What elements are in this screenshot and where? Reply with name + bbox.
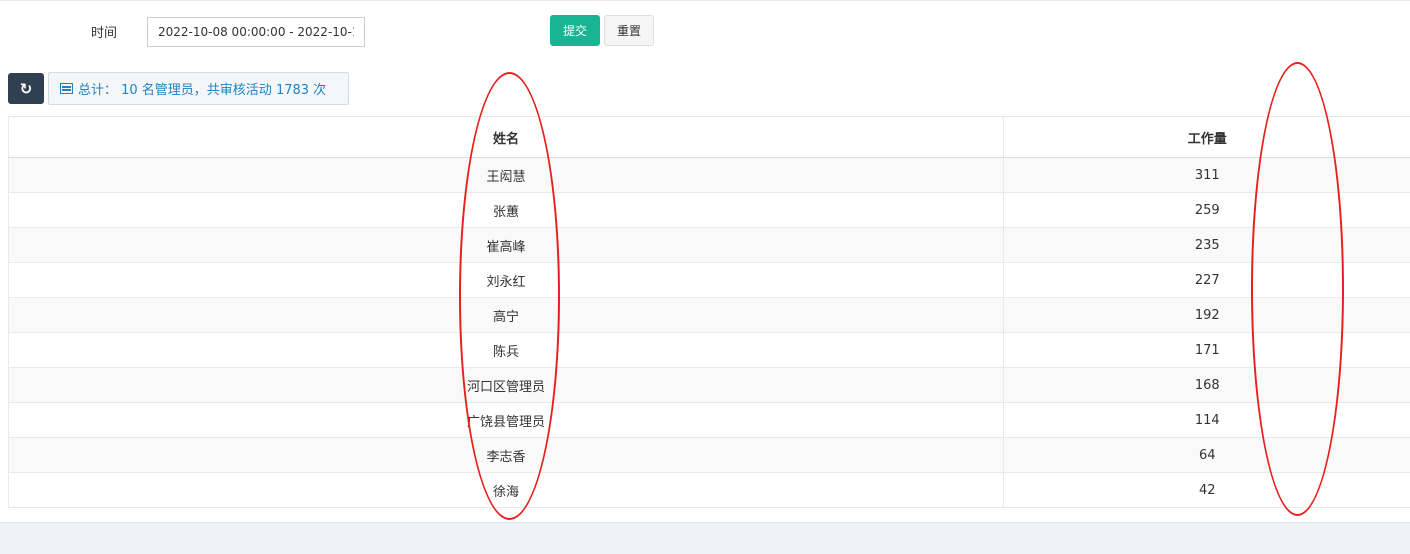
table-row: 陈兵171 [9, 333, 1410, 368]
footer-band [0, 522, 1410, 554]
refresh-icon: ↻ [20, 80, 33, 98]
date-range-input[interactable] [147, 17, 365, 47]
cell-name: 李志香 [9, 438, 1004, 473]
reset-button[interactable]: 重置 [604, 15, 654, 46]
refresh-button[interactable]: ↻ [8, 73, 44, 104]
workload-table: 姓名 工作量 王闳慧311 张蕙259 崔高峰235 刘永红227 高宁192 … [8, 116, 1410, 508]
cell-name: 广饶县管理员 [9, 403, 1004, 438]
table-row: 河口区管理员168 [9, 368, 1410, 403]
top-border [0, 0, 1410, 1]
cell-workload: 311 [1004, 158, 1410, 193]
cell-workload: 235 [1004, 228, 1410, 263]
cell-workload: 114 [1004, 403, 1410, 438]
table-row: 张蕙259 [9, 193, 1410, 228]
column-header-name[interactable]: 姓名 [9, 117, 1004, 158]
cell-name: 刘永红 [9, 263, 1004, 298]
cell-workload: 42 [1004, 473, 1410, 508]
cell-name: 高宁 [9, 298, 1004, 333]
cell-workload: 168 [1004, 368, 1410, 403]
cell-workload: 64 [1004, 438, 1410, 473]
summary-box: 总计： 10 名管理员，共审核活动 1783 次 [48, 72, 349, 105]
table-row: 广饶县管理员114 [9, 403, 1410, 438]
table-row: 李志香64 [9, 438, 1410, 473]
table-row: 高宁192 [9, 298, 1410, 333]
cell-name: 徐海 [9, 473, 1004, 508]
cell-name: 崔高峰 [9, 228, 1004, 263]
cell-name: 河口区管理员 [9, 368, 1004, 403]
table-row: 崔高峰235 [9, 228, 1410, 263]
cell-name: 张蕙 [9, 193, 1004, 228]
table-header-row: 姓名 工作量 [9, 117, 1410, 158]
column-header-workload[interactable]: 工作量 [1004, 117, 1410, 158]
table-row: 徐海42 [9, 473, 1410, 508]
list-icon [60, 83, 73, 94]
cell-name: 王闳慧 [9, 158, 1004, 193]
time-label: 时间 [91, 22, 117, 41]
summary-text: 总计： 10 名管理员，共审核活动 1783 次 [78, 79, 326, 98]
table-row: 刘永红227 [9, 263, 1410, 298]
cell-workload: 227 [1004, 263, 1410, 298]
cell-workload: 171 [1004, 333, 1410, 368]
cell-workload: 192 [1004, 298, 1410, 333]
cell-name: 陈兵 [9, 333, 1004, 368]
submit-button[interactable]: 提交 [550, 15, 600, 46]
table-row: 王闳慧311 [9, 158, 1410, 193]
cell-workload: 259 [1004, 193, 1410, 228]
